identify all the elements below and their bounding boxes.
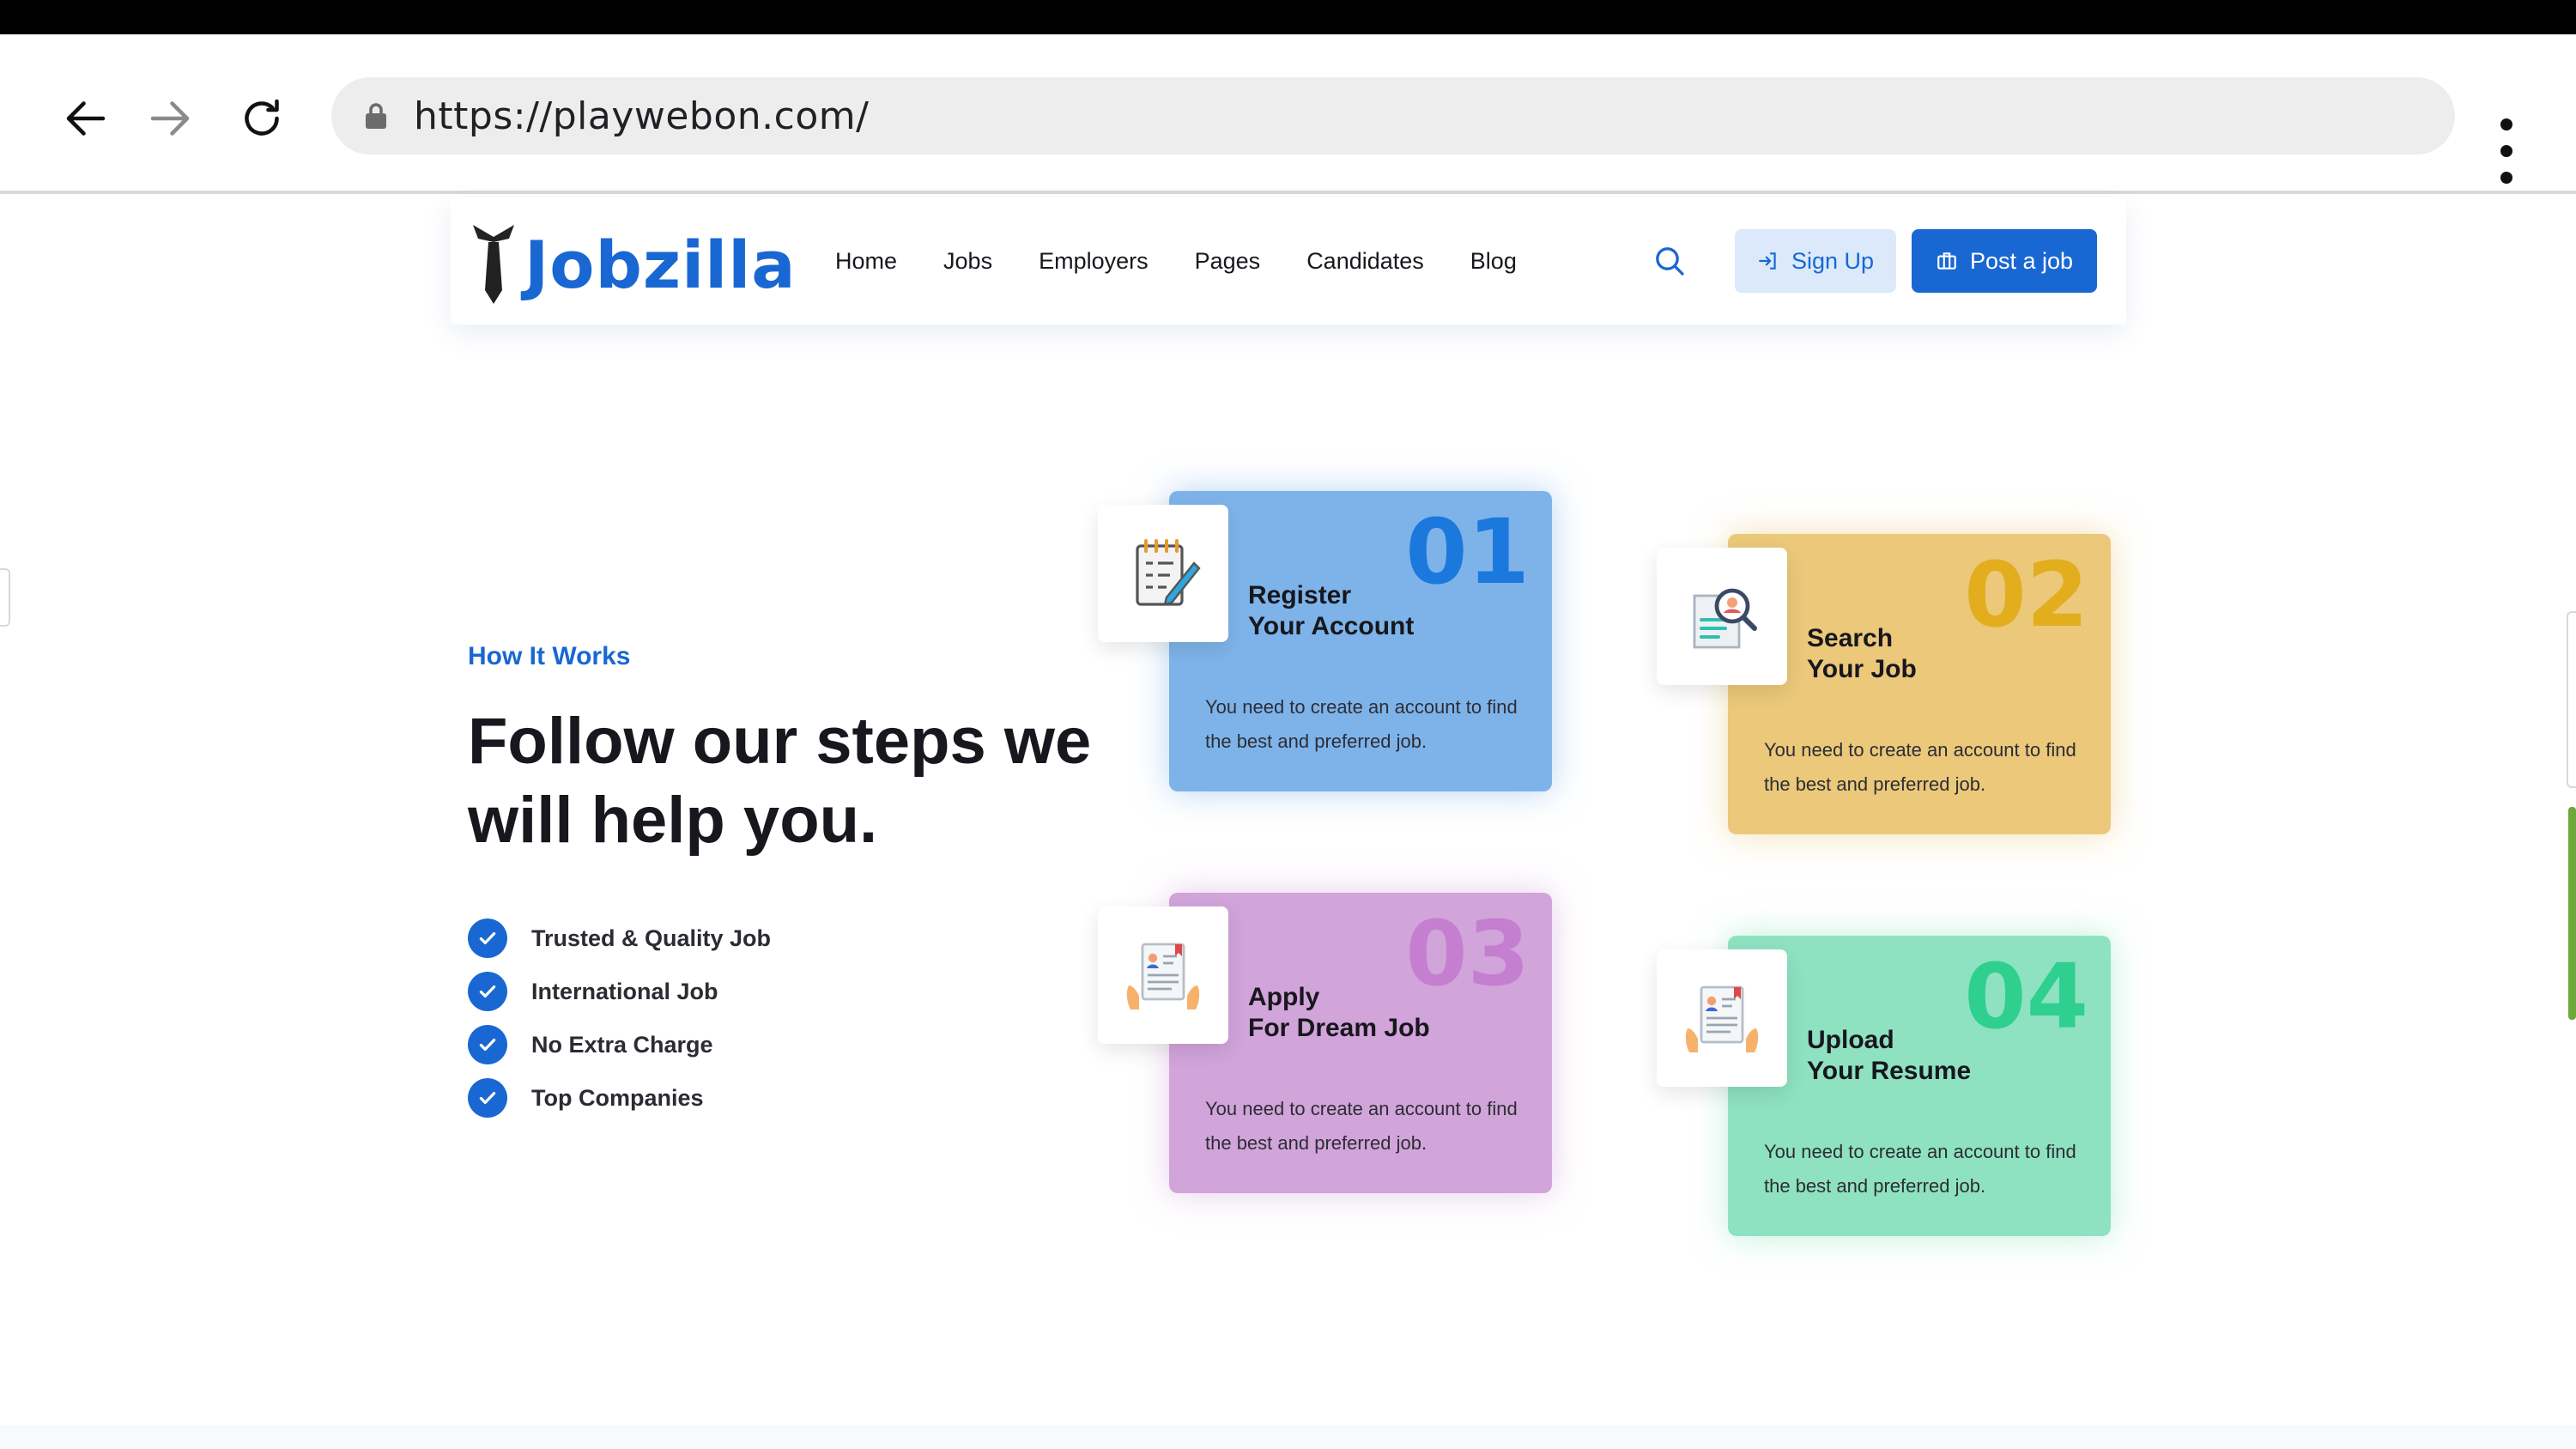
nav-jobs[interactable]: Jobs (943, 248, 992, 275)
check-circle-icon (468, 1078, 507, 1118)
feature-label: No Extra Charge (531, 1031, 713, 1058)
step-icon-box (1098, 906, 1228, 1044)
sign-in-icon (1759, 252, 1776, 270)
feature-list: Trusted & Quality Job International Job … (468, 912, 771, 1125)
check-circle-icon (468, 972, 507, 1011)
next-section-edge (0, 1425, 2576, 1449)
notepad-pencil-icon (1136, 539, 1201, 606)
kebab-dot-icon (2500, 145, 2512, 157)
arrow-left-icon (66, 101, 106, 136)
section-headline: Follow our steps we will help you. (468, 705, 1092, 857)
list-item: Top Companies (468, 1071, 771, 1125)
logo-text: Jobzilla (524, 226, 797, 303)
feature-label: Top Companies (531, 1084, 704, 1111)
search-icon (1656, 247, 1684, 276)
site-header: Jobzilla Home Jobs Employers Pages Candi… (451, 197, 2126, 324)
right-edge-tab[interactable] (2567, 611, 2576, 788)
kebab-dot-icon (2500, 118, 2512, 130)
list-item: International Job (468, 965, 771, 1018)
nav-pages[interactable]: Pages (1195, 248, 1261, 275)
step-icon-box (1657, 949, 1787, 1087)
step-description: You need to create an account to find th… (1764, 739, 2076, 795)
step-title: Search Your Job (1807, 624, 1917, 683)
search-button[interactable] (1644, 235, 1695, 287)
reload-button[interactable] (227, 84, 296, 153)
nav-home[interactable]: Home (835, 248, 897, 275)
scrollbar-thumb[interactable] (2568, 807, 2576, 1020)
back-button[interactable] (52, 84, 120, 153)
kebab-dot-icon (2500, 172, 2512, 184)
resume-hands-icon (1126, 943, 1200, 1009)
check-circle-icon (468, 919, 507, 958)
forward-button[interactable] (136, 84, 204, 153)
main-nav: Home Jobs Employers Pages Candidates Blo… (835, 197, 1563, 324)
step-description: You need to create an account to find th… (1764, 1141, 2076, 1197)
resume-hands-icon (1685, 985, 1759, 1052)
nav-blog[interactable]: Blog (1470, 248, 1517, 275)
status-bar (0, 0, 2576, 34)
browser-menu-button[interactable] (2489, 118, 2524, 184)
arrow-right-icon (150, 101, 190, 136)
post-job-button[interactable]: Post a job (1912, 229, 2097, 293)
nav-candidates[interactable]: Candidates (1306, 248, 1424, 275)
section-eyebrow: How It Works (468, 642, 631, 670)
step-title: Upload Your Resume (1807, 1026, 1972, 1085)
sign-up-label: Sign Up (1791, 247, 1875, 274)
logo[interactable]: Jobzilla (468, 221, 797, 307)
briefcase-icon (1937, 252, 1956, 270)
document-search-icon (1693, 588, 1757, 649)
list-item: Trusted & Quality Job (468, 912, 771, 965)
feature-label: Trusted & Quality Job (531, 925, 772, 951)
address-bar[interactable]: https://playwebon.com/ (331, 77, 2455, 155)
list-item: No Extra Charge (468, 1018, 771, 1071)
step-icon-box (1657, 548, 1787, 685)
sign-up-button[interactable]: Sign Up (1735, 229, 1896, 293)
lock-icon (366, 103, 386, 129)
step-title: Register Your Account (1248, 581, 1415, 640)
post-job-label: Post a job (1969, 247, 2074, 274)
feature-label: International Job (531, 978, 718, 1004)
step-description: You need to create an account to find th… (1205, 696, 1518, 752)
step-description: You need to create an account to find th… (1205, 1098, 1518, 1154)
check-circle-icon (468, 1025, 507, 1064)
tie-logo-icon (473, 225, 514, 304)
left-edge-tab[interactable] (0, 568, 10, 627)
step-icon-box (1098, 505, 1228, 642)
browser-toolbar: https://playwebon.com/ (0, 34, 2576, 194)
url-text: https://playwebon.com/ (414, 94, 870, 138)
step-title: Apply For Dream Job (1248, 983, 1430, 1042)
reload-icon (245, 99, 279, 136)
nav-employers[interactable]: Employers (1039, 248, 1149, 275)
